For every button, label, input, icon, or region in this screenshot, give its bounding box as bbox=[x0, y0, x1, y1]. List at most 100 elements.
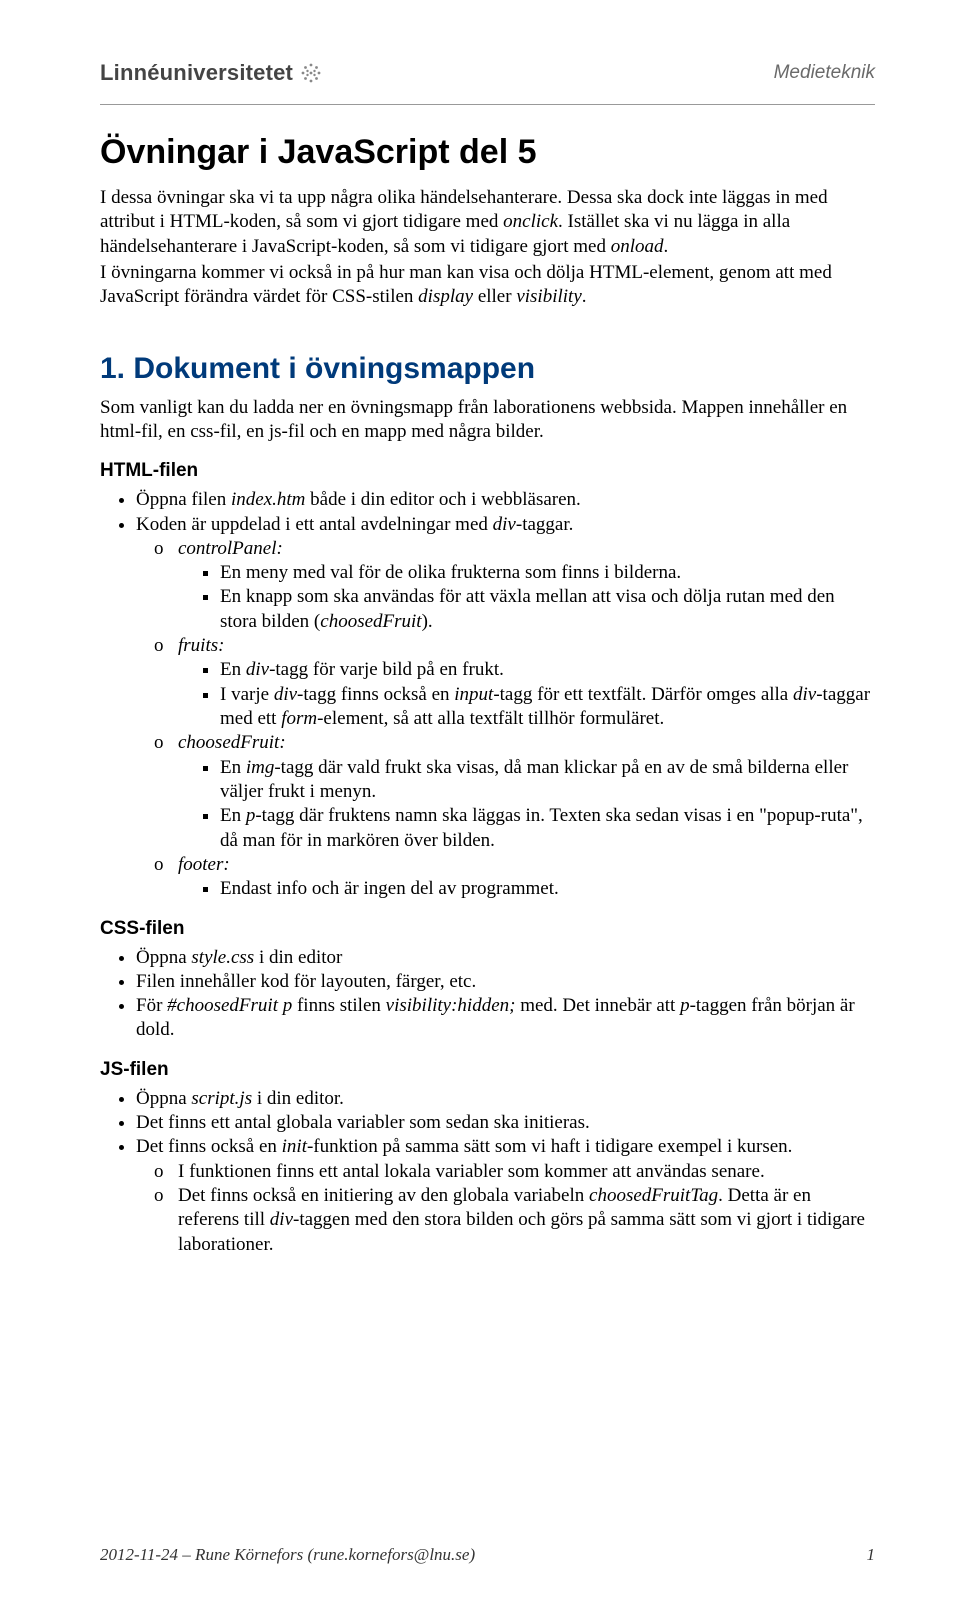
code-term: display bbox=[418, 286, 473, 307]
text: -funktion på samma sätt som vi haft i ti… bbox=[307, 1136, 792, 1157]
text: -element, så att alla textfält tillhör f… bbox=[317, 708, 664, 729]
subheading-html-filen: HTML-filen bbox=[100, 460, 875, 482]
code-term: visibility bbox=[516, 286, 581, 307]
intro-paragraph-2: I övningarna kommer vi också in på hur m… bbox=[100, 261, 875, 310]
css-filen-list: Öppna style.css i din editor Filen inneh… bbox=[100, 946, 875, 1043]
list-item: En p-tagg där fruktens namn ska läggas i… bbox=[220, 804, 875, 853]
flower-icon bbox=[299, 61, 323, 85]
text: En bbox=[220, 757, 246, 778]
code-term: #choosedFruit p bbox=[167, 995, 292, 1016]
text: En knapp som ska användas för att växla … bbox=[220, 586, 835, 631]
section-label: footer: bbox=[178, 854, 230, 875]
code-term: div bbox=[246, 659, 269, 680]
list-item: Öppna script.js i din editor. bbox=[136, 1087, 875, 1111]
list-item: controlPanel: En meny med val för de oli… bbox=[178, 537, 875, 634]
text: I varje bbox=[220, 684, 274, 705]
code-term: p bbox=[680, 995, 690, 1016]
js-filen-list: Öppna script.js i din editor. Det finns … bbox=[100, 1087, 875, 1257]
text: Det finns också en bbox=[136, 1136, 282, 1157]
controlpanel-sublist: En meny med val för de olika frukterna s… bbox=[178, 561, 875, 634]
text: eller bbox=[473, 286, 516, 307]
text: Det finns också en initiering av den glo… bbox=[178, 1185, 589, 1206]
code-term: div bbox=[493, 514, 516, 535]
code-term: img bbox=[246, 757, 275, 778]
section-heading-1: 1. Dokument i övningsmappen bbox=[100, 352, 875, 386]
list-item: En meny med val för de olika frukterna s… bbox=[220, 561, 875, 585]
code-term: visibility:hidden; bbox=[386, 995, 516, 1016]
subheading-js-filen: JS-filen bbox=[100, 1059, 875, 1081]
header-subject: Medieteknik bbox=[774, 62, 875, 84]
code-term: div bbox=[270, 1209, 293, 1230]
list-item: Endast info och är ingen del av programm… bbox=[220, 877, 875, 901]
list-item: En knapp som ska användas för att växla … bbox=[220, 585, 875, 634]
code-term: input bbox=[454, 684, 493, 705]
list-item: I varje div-tagg finns också en input-ta… bbox=[220, 683, 875, 732]
code-term: init bbox=[282, 1136, 307, 1157]
text: En bbox=[220, 805, 246, 826]
list-item: För #choosedFruit p finns stilen visibil… bbox=[136, 994, 875, 1043]
html-filen-list: Öppna filen index.htm både i din editor … bbox=[100, 488, 875, 901]
list-item: footer: Endast info och är ingen del av … bbox=[178, 853, 875, 902]
text: Koden är uppdelad i ett antal avdelninga… bbox=[136, 514, 493, 535]
text: både i din editor och i webbläsaren. bbox=[305, 489, 580, 510]
list-item: Koden är uppdelad i ett antal avdelninga… bbox=[136, 513, 875, 902]
page-title: Övningar i JavaScript del 5 bbox=[100, 133, 875, 172]
text: -tagg för ett textfält. Därför omges all… bbox=[493, 684, 793, 705]
header-rule bbox=[100, 104, 875, 105]
section-label: controlPanel: bbox=[178, 538, 283, 559]
list-item: Det finns också en init-funktion på samm… bbox=[136, 1135, 875, 1257]
code-term: choosedFruit bbox=[320, 611, 421, 632]
list-item: En img-tagg där vald frukt ska visas, då… bbox=[220, 756, 875, 805]
text: . bbox=[582, 286, 587, 307]
page-footer: 2012-11-24 – Rune Körnefors (rune.kornef… bbox=[100, 1545, 875, 1565]
code-term: form bbox=[281, 708, 317, 729]
list-item: fruits: En div-tagg för varje bild på en… bbox=[178, 634, 875, 731]
list-item: Det finns ett antal globala variabler so… bbox=[136, 1111, 875, 1135]
code-term: div bbox=[274, 684, 297, 705]
code-term: style.css bbox=[191, 947, 254, 968]
university-logo: Linnéuniversitetet bbox=[100, 60, 323, 86]
list-item: En div-tagg för varje bild på en frukt. bbox=[220, 658, 875, 682]
intro-paragraph-1: I dessa övningar ska vi ta upp några oli… bbox=[100, 186, 875, 259]
text: -tagg där vald frukt ska visas, då man k… bbox=[220, 757, 848, 802]
text: En bbox=[220, 659, 246, 680]
text: i din editor bbox=[254, 947, 342, 968]
text: . bbox=[664, 236, 669, 257]
text: -tagg för varje bild på en frukt. bbox=[269, 659, 504, 680]
footer-sublist: Endast info och är ingen del av programm… bbox=[178, 877, 875, 901]
list-item: Öppna style.css i din editor bbox=[136, 946, 875, 970]
text: finns stilen bbox=[292, 995, 385, 1016]
choosedfruit-sublist: En img-tagg där vald frukt ska visas, då… bbox=[178, 756, 875, 853]
list-item: Det finns också en initiering av den glo… bbox=[178, 1184, 875, 1257]
text: i din editor. bbox=[252, 1088, 344, 1109]
section-label: choosedFruit: bbox=[178, 732, 286, 753]
div-sections-list: controlPanel: En meny med val för de oli… bbox=[136, 537, 875, 902]
code-term: p bbox=[246, 805, 256, 826]
section-label: fruits: bbox=[178, 635, 224, 656]
document-page: Linnéuniversitetet Medieteknik Övning bbox=[0, 0, 960, 1317]
footer-left: 2012-11-24 – Rune Körnefors (rune.kornef… bbox=[100, 1545, 475, 1565]
list-item: choosedFruit: En img-tagg där vald frukt… bbox=[178, 731, 875, 853]
code-term: index.htm bbox=[231, 489, 305, 510]
section-1-intro: Som vanligt kan du ladda ner en övningsm… bbox=[100, 396, 875, 445]
init-function-sublist: I funktionen finns ett antal lokala vari… bbox=[136, 1160, 875, 1257]
code-term: script.js bbox=[191, 1088, 252, 1109]
footer-page-number: 1 bbox=[867, 1545, 876, 1565]
text: ). bbox=[422, 611, 433, 632]
text: -tagg finns också en bbox=[297, 684, 454, 705]
logo-text: Linnéuniversitetet bbox=[100, 60, 293, 86]
list-item: Öppna filen index.htm både i din editor … bbox=[136, 488, 875, 512]
list-item: Filen innehåller kod för layouten, färge… bbox=[136, 970, 875, 994]
page-header: Linnéuniversitetet Medieteknik bbox=[100, 60, 875, 86]
code-term: onload bbox=[611, 236, 664, 257]
code-term: onclick bbox=[503, 211, 558, 232]
text: -taggar. bbox=[516, 514, 574, 535]
code-term: choosedFruitTag bbox=[589, 1185, 718, 1206]
code-term: div bbox=[793, 684, 816, 705]
fruits-sublist: En div-tagg för varje bild på en frukt. … bbox=[178, 658, 875, 731]
text: Öppna bbox=[136, 1088, 191, 1109]
text: -tagg där fruktens namn ska läggas in. T… bbox=[220, 805, 863, 850]
text: För bbox=[136, 995, 167, 1016]
list-item: I funktionen finns ett antal lokala vari… bbox=[178, 1160, 875, 1184]
text: med. Det innebär att bbox=[515, 995, 680, 1016]
